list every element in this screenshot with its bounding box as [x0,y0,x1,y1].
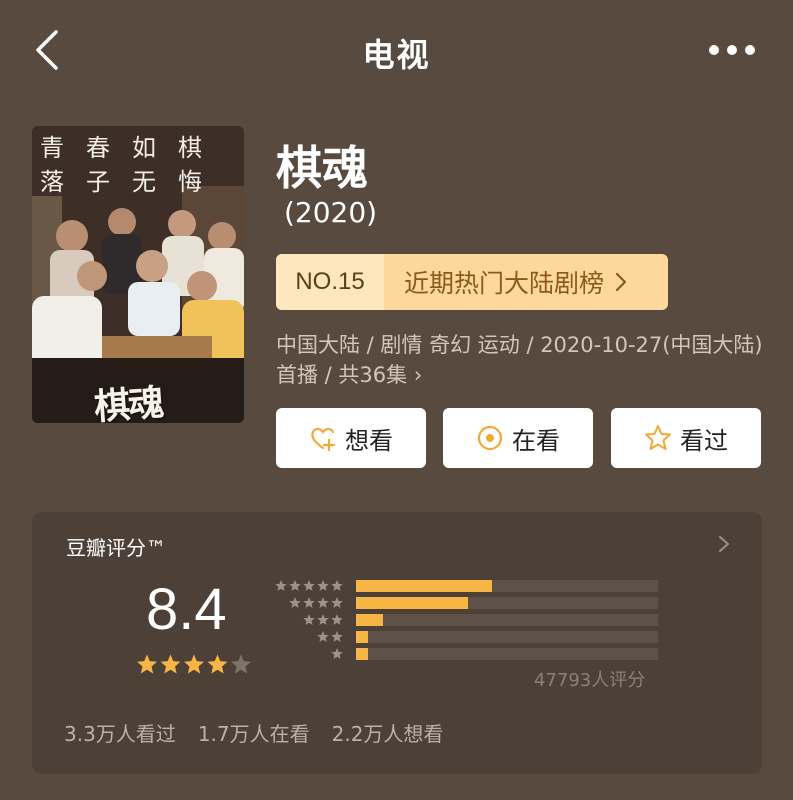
want-count[interactable]: 2.2万人想看 [332,718,444,747]
distribution-track [356,614,658,626]
rank-number: NO.15 [276,254,384,310]
ranking-badge[interactable]: NO.15 近期热门大陆剧榜 [276,254,668,310]
distribution-track [356,631,658,643]
watching-count[interactable]: 1.7万人在看 [198,718,310,747]
distribution-bar-5 [356,580,492,592]
distribution-row-3 [270,614,660,626]
star-row-icon [303,614,343,625]
star-row-icon [317,631,343,642]
watched-label: 看过 [680,426,728,455]
star-row-icon [331,648,343,659]
rating-card[interactable]: 豆瓣评分™ 8.4 47793人评分 3.3万人看过 1.7万人在看 2.2万人… [32,512,762,774]
distribution-bar-4 [356,597,468,609]
distribution-row-2 [270,631,660,643]
action-buttons: 想看 在看 看过 [276,408,762,468]
show-title: 棋魂 [276,141,368,195]
more-icon[interactable] [706,38,758,62]
rating-count: 47793人评分 [534,670,646,691]
chevron-right-icon [615,272,627,292]
distribution-row-1 [270,648,660,660]
star-filled-icon [207,654,228,674]
rank-label: 近期热门大陆剧榜 [404,269,605,298]
distribution-bar-3 [356,614,384,626]
meta-text: 中国大陆 / 剧情 奇幻 运动 / 2020-10-27(中国大陆) 首播 / … [276,333,763,387]
watched-button[interactable]: 看过 [611,408,761,468]
show-meta[interactable]: 中国大陆 / 剧情 奇幻 运动 / 2020-10-27(中国大陆) 首播 / … [276,330,766,390]
star-filled-icon [160,654,181,674]
distribution-row-5 [270,580,660,592]
rating-stats: 3.3万人看过 1.7万人在看 2.2万人想看 [64,718,443,747]
page-title: 电视 [362,36,431,74]
poster-tagline-2: 落子无悔 [40,168,224,196]
rating-stars [137,654,251,674]
target-icon [477,425,503,451]
distribution-track [356,580,658,592]
show-year: (2020) [284,196,378,229]
poster-tagline-1: 青春如棋 [40,134,224,162]
want-to-watch-button[interactable]: 想看 [276,408,426,468]
star-row-icon [289,597,343,608]
rating-distribution [270,580,660,670]
distribution-track [356,597,658,609]
watching-button[interactable]: 在看 [443,408,593,468]
top-bar: 电视 [0,0,793,100]
rank-label-wrap: 近期热门大陆剧榜 [384,254,668,310]
poster-image[interactable]: 青春如棋 落子无悔 棋魂 [32,126,244,423]
distribution-bar-1 [356,648,369,660]
rating-title: 豆瓣评分™ [66,536,166,560]
watched-count[interactable]: 3.3万人看过 [64,718,176,747]
distribution-row-4 [270,597,660,609]
poster-logo: 棋魂 [92,381,164,423]
star-filled-icon [184,654,204,674]
star-icon [645,425,671,450]
star-empty-icon [231,654,251,674]
chevron-right-icon: › [413,363,423,387]
watching-label: 在看 [512,426,560,455]
star-row-icon [275,580,343,591]
heart-plus-icon [311,427,336,452]
rating-score: 8.4 [146,577,227,642]
star-filled-icon [137,654,157,674]
chevron-right-icon[interactable] [716,534,732,554]
want-label: 想看 [345,426,393,455]
distribution-track [356,648,658,660]
distribution-bar-2 [356,631,369,643]
